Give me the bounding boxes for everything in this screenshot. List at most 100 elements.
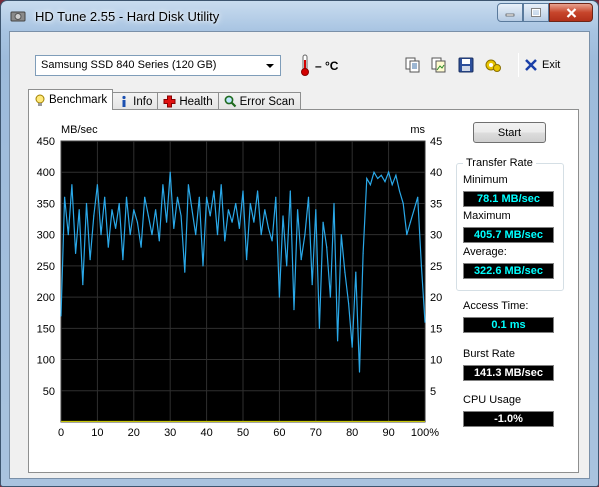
tab-health-label: Health <box>179 95 213 108</box>
data-point <box>165 221 168 223</box>
info-icon <box>122 95 126 107</box>
data-point <box>307 196 310 198</box>
y-tick-left: 150 <box>37 323 55 335</box>
data-point <box>304 234 306 236</box>
data-point <box>136 221 139 223</box>
maximize-button[interactable] <box>523 3 549 22</box>
tab-info[interactable]: Info <box>112 92 159 110</box>
start-button[interactable]: Start <box>473 122 546 143</box>
y-tick-right: 5 <box>430 386 436 398</box>
x-tick: 40 <box>200 427 212 439</box>
temperature-readout: – °C <box>315 59 339 73</box>
x-tick: 30 <box>164 427 176 439</box>
data-point <box>231 221 233 223</box>
data-point <box>82 284 84 286</box>
main-window: HD Tune 2.55 - Hard Disk Utility Samsung… <box>0 0 599 487</box>
data-point <box>67 234 69 236</box>
y-tick-right: 15 <box>430 323 442 335</box>
data-point <box>409 221 412 223</box>
tab-error-scan-label: Error Scan <box>239 95 295 108</box>
y-tick-right: 25 <box>430 261 442 273</box>
data-point <box>155 209 157 211</box>
title-bar[interactable]: HD Tune 2.55 - Hard Disk Utility <box>1 1 598 31</box>
maximize-icon <box>531 8 541 17</box>
benchmark-icon <box>35 94 45 106</box>
data-point <box>147 215 149 217</box>
data-point <box>246 259 248 261</box>
save-icon <box>458 57 474 73</box>
data-point <box>111 209 113 211</box>
data-point <box>271 240 273 242</box>
copy-text-icon <box>405 57 420 73</box>
save-button[interactable] <box>455 54 477 76</box>
data-point <box>253 221 255 223</box>
tab-health[interactable]: Health <box>157 92 219 110</box>
chevron-down-icon <box>266 64 274 68</box>
data-point <box>315 209 317 211</box>
x-tick: 50 <box>237 427 249 439</box>
data-point <box>104 196 106 198</box>
data-point <box>140 246 142 248</box>
data-point <box>366 177 368 180</box>
y-tick-right: 10 <box>430 355 442 367</box>
options-icon <box>485 59 501 72</box>
maximum-label: Maximum <box>463 210 511 222</box>
data-point <box>264 209 266 211</box>
caption-buttons <box>497 3 593 22</box>
minimize-button[interactable] <box>497 3 523 22</box>
data-point <box>115 227 117 230</box>
copy-image-button[interactable] <box>428 54 450 76</box>
x-tick: 100% <box>411 427 439 439</box>
options-button[interactable] <box>482 54 504 76</box>
data-point <box>380 174 382 176</box>
data-point <box>100 234 102 236</box>
data-point <box>78 209 80 211</box>
data-point <box>326 246 328 248</box>
data-point <box>256 190 259 192</box>
x-tick: 20 <box>128 427 140 439</box>
data-point <box>169 171 171 173</box>
close-button[interactable] <box>549 3 593 22</box>
data-point <box>420 265 422 267</box>
data-point <box>384 180 386 183</box>
exit-button[interactable]: Exit <box>524 54 560 76</box>
tab-benchmark-label: Benchmark <box>49 94 108 106</box>
y-tick-left: 50 <box>43 386 55 398</box>
thermometer-icon <box>301 54 309 76</box>
tab-benchmark[interactable]: Benchmark <box>28 89 114 110</box>
data-point <box>322 221 324 223</box>
cpu-usage-value: -1.0% <box>463 411 554 427</box>
y-tick-left: 400 <box>37 167 55 179</box>
data-point <box>373 171 375 173</box>
data-point <box>220 184 222 186</box>
y-tick-left: 200 <box>37 292 55 304</box>
x-tick: 60 <box>273 427 285 439</box>
data-point <box>202 265 204 267</box>
data-point <box>162 184 164 186</box>
drive-select[interactable]: Samsung SSD 840 Series (120 GB) <box>35 55 281 76</box>
y-tick-left: 300 <box>37 230 55 242</box>
data-point <box>118 202 120 205</box>
data-point <box>311 284 313 286</box>
minimum-value: 78.1 MB/sec <box>463 191 554 207</box>
x-tick: 10 <box>91 427 103 439</box>
copy-text-button[interactable] <box>402 54 424 76</box>
y-axis-label-left: MB/sec <box>61 124 98 136</box>
minimize-icon <box>505 13 515 16</box>
data-point <box>96 184 98 186</box>
data-point <box>318 327 321 329</box>
benchmark-panel: 50 100 150 200 250 300 350 400 450 5 10 15 20 25 30 35 4… <box>28 109 579 473</box>
maximum-value: 405.7 MB/sec <box>463 227 554 243</box>
tab-error-scan[interactable]: Error Scan <box>217 92 301 110</box>
x-tick: 90 <box>382 427 394 439</box>
data-point <box>85 202 88 205</box>
window-title: HD Tune 2.55 - Hard Disk Utility <box>35 9 220 24</box>
data-point <box>297 209 299 211</box>
data-point <box>278 296 280 298</box>
data-point <box>151 234 153 236</box>
copy-image-icon <box>431 57 446 73</box>
data-point <box>377 177 379 180</box>
data-point <box>198 196 200 198</box>
data-point <box>195 234 197 236</box>
data-point <box>176 196 179 198</box>
